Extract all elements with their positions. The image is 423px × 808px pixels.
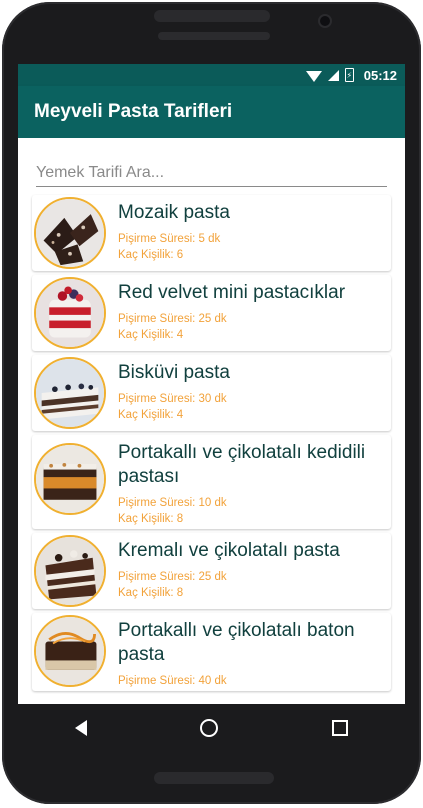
recipe-card[interactable]: Kremalı ve çikolatalı pasta Pişirme Süre… [32, 533, 391, 609]
recipe-servings: Kaç Kişilik: 8 [118, 513, 184, 525]
recipe-image [34, 197, 106, 269]
recipe-list: Mozaik pasta Pişirme Süresi: 5 dk Kaç Ki… [18, 195, 405, 691]
recipe-servings: Kaç Kişilik: 6 [118, 249, 184, 261]
recipe-card[interactable]: Portakallı ve çikolatalı kedidili pastas… [32, 435, 391, 529]
recipe-image [34, 535, 106, 607]
recipe-cook-time: Pişirme Süresi: 5 dk [118, 233, 221, 245]
content-area: Mozaik pasta Pişirme Süresi: 5 dk Kaç Ki… [18, 138, 405, 704]
recipe-cook-time: Pişirme Süresi: 25 dk [118, 313, 227, 325]
recipe-image [34, 443, 106, 515]
status-bar: ⚡ 05:12 [18, 64, 405, 86]
recipe-card[interactable]: Bisküvi pasta Pişirme Süresi: 30 dk Kaç … [32, 355, 391, 431]
recipe-card[interactable]: Portakallı ve çikolatalı baton pasta Piş… [32, 613, 391, 691]
recipe-cook-time: Pişirme Süresi: 40 dk [118, 675, 227, 687]
status-time: 05:12 [363, 67, 397, 83]
app-screen: ⚡ 05:12 Meyveli Pasta Tarifleri Yemek Ta… [18, 64, 405, 704]
app-title: Meyveli Pasta Tarifleri [34, 101, 233, 122]
recipe-title: Red velvet mini pastacıklar [118, 282, 346, 303]
recipe-title: Portakallı ve çikolatalı kedidili pastas… [118, 442, 366, 487]
home-icon[interactable] [200, 719, 219, 737]
recipe-title: Kremalı ve çikolatalı pasta [118, 540, 340, 561]
recipe-card[interactable]: Red velvet mini pastacıklar Pişirme Süre… [32, 275, 391, 351]
front-camera [320, 16, 330, 26]
back-icon[interactable] [74, 720, 87, 736]
navigation-bar [18, 704, 405, 752]
recipe-servings: Kaç Kişilik: 4 [118, 409, 184, 421]
recipe-card[interactable]: Mozaik pasta Pişirme Süresi: 5 dk Kaç Ki… [32, 195, 391, 271]
recipe-title: Portakallı ve çikolatalı baton pasta [118, 620, 355, 665]
recipe-image [34, 357, 106, 429]
wifi-icon [305, 70, 322, 82]
recipe-cook-time: Pişirme Süresi: 30 dk [118, 393, 227, 405]
recent-apps-icon[interactable] [332, 720, 349, 736]
bottom-speaker [154, 772, 274, 784]
search-input[interactable] [36, 160, 387, 187]
recipe-servings: Kaç Kişilik: 8 [118, 587, 184, 599]
phone-top-edge [154, 10, 270, 22]
recipe-cook-time: Pişirme Süresi: 10 dk [118, 497, 227, 509]
recipe-title: Mozaik pasta [118, 202, 230, 223]
battery-icon: ⚡ [344, 68, 354, 82]
recipe-title: Bisküvi pasta [118, 362, 230, 383]
search-container [18, 138, 405, 187]
app-bar: Meyveli Pasta Tarifleri [18, 86, 405, 138]
signal-icon [327, 69, 339, 81]
earpiece [158, 32, 270, 40]
recipe-image [34, 277, 106, 349]
recipe-image [34, 615, 106, 687]
recipe-cook-time: Pişirme Süresi: 25 dk [118, 571, 227, 583]
recipe-servings: Kaç Kişilik: 4 [118, 329, 184, 341]
